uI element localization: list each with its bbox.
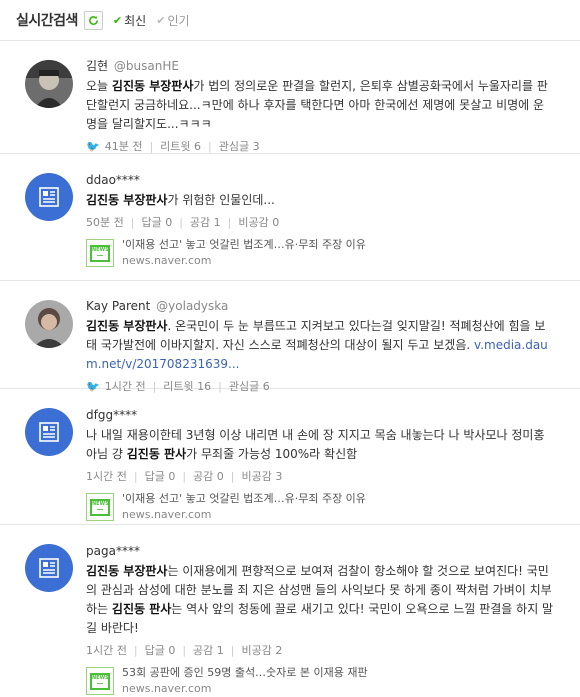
- sort-latest-tab[interactable]: ✔ 최신: [113, 12, 146, 29]
- highlight-keyword: 김진동 부장판사: [86, 319, 168, 333]
- user-name[interactable]: dfgg****: [86, 408, 137, 422]
- refresh-icon: [89, 15, 98, 25]
- check-icon: ✔: [112, 13, 123, 27]
- post-time: 41분 전: [104, 140, 143, 153]
- like-count[interactable]: 공감 0: [193, 469, 224, 485]
- post-text[interactable]: 오늘 김진동 부장판사가 법의 정의로운 판결을 할런지, 은퇴후 삼별공화국에…: [86, 77, 554, 134]
- refresh-button[interactable]: [83, 10, 103, 30]
- post-text[interactable]: 김진동 부장판사가 위험한 인물인데...: [86, 191, 554, 210]
- blog-icon: [39, 187, 59, 207]
- post-text[interactable]: 김진동 부장판사. 온국민이 두 눈 부릅뜨고 지켜보고 있다는걸 잊지말길! …: [86, 317, 554, 374]
- post-meta: 1시간 전 | 답글 0 | 공감 1 | 비공감 2: [86, 643, 283, 659]
- highlight-keyword: 김진동 판사: [111, 602, 172, 616]
- avatar: [25, 173, 73, 221]
- highlight-keyword: 김진동 부장판사: [111, 79, 194, 93]
- news-thumbnail: NEWS ━━: [86, 493, 114, 521]
- reply-count[interactable]: 답글 0: [145, 643, 176, 659]
- user-handle[interactable]: @busanHE: [114, 59, 179, 73]
- list-item[interactable]: paga**** 김진동 부장판사는 이재용에게 편향적으로 보여져 검찰이 항…: [0, 525, 580, 695]
- post-text-segment: 가 위험한 인물인데...: [167, 193, 275, 207]
- news-source: news.naver.com: [122, 254, 212, 267]
- avatar: [25, 300, 73, 348]
- news-title[interactable]: '이재용 선고' 놓고 엇갈린 법조계…유·무죄 주장 이유: [122, 491, 366, 507]
- dislike-count[interactable]: 비공감 0: [238, 215, 279, 231]
- post-time: 1시간 전: [86, 644, 127, 657]
- news-thumbnail: NEWS ━━: [86, 667, 114, 695]
- post-text[interactable]: 나 내일 재용이한테 3년형 이상 내리면 내 손에 장 지지고 목숨 내놓는다…: [86, 426, 554, 464]
- list-item[interactable]: 김현 @busanHE 오늘 김진동 부장판사가 법의 정의로운 판결을 할런지…: [0, 41, 580, 154]
- user-name[interactable]: ddao****: [86, 173, 140, 187]
- list-item[interactable]: ddao**** 김진동 부장판사가 위험한 인물인데... 50분 전 | 답…: [0, 154, 580, 281]
- post-text-segment: 오늘: [86, 79, 112, 93]
- user-name[interactable]: Kay Parent: [86, 299, 150, 313]
- check-icon: ✔: [156, 13, 166, 27]
- retweet-count[interactable]: 리트윗 6: [160, 139, 201, 155]
- user-line: Kay Parent @yoladyska: [86, 298, 554, 314]
- news-link[interactable]: NEWS ━━ 53회 공판에 증인 59명 출석…숫자로 본 이재용 재판 ne…: [86, 665, 554, 697]
- highlight-keyword: 김진동 부장판사: [86, 564, 168, 578]
- user-line: ddao****: [86, 172, 554, 188]
- list-item[interactable]: Kay Parent @yoladyska 김진동 부장판사. 온국민이 두 눈…: [0, 281, 580, 393]
- user-handle[interactable]: @yoladyska: [156, 299, 228, 313]
- page-title: 실시간검색: [16, 13, 78, 29]
- post-text-segment: 가 무죄줄 가능성 100%라 확신함: [186, 447, 358, 461]
- news-link[interactable]: NEWS ━━ '이재용 선고' 놓고 엇갈린 법조계…유·무죄 주장 이유 ne…: [86, 237, 554, 269]
- avatar: [25, 60, 73, 108]
- post-meta: 1시간 전 | 답글 0 | 공감 0 | 비공감 3: [86, 469, 283, 485]
- post-time: 50분 전: [86, 216, 124, 229]
- user-name[interactable]: paga****: [86, 544, 140, 558]
- post-meta: 50분 전 | 답글 0 | 공감 1 | 비공감 0: [86, 215, 280, 231]
- sort-latest-label: 최신: [124, 13, 147, 28]
- blog-icon: [39, 558, 59, 578]
- news-source: news.naver.com: [122, 508, 212, 521]
- avatar: [25, 544, 73, 592]
- user-line: paga****: [86, 543, 554, 559]
- sort-popular-label: 인기: [167, 13, 190, 28]
- list-item[interactable]: dfgg**** 나 내일 재용이한테 3년형 이상 내리면 내 손에 장 지지…: [0, 389, 580, 525]
- news-title[interactable]: '이재용 선고' 놓고 엇갈린 법조계…유·무죄 주장 이유: [122, 237, 366, 253]
- user-name[interactable]: 김현: [86, 59, 108, 73]
- user-line: dfgg****: [86, 407, 554, 423]
- like-count[interactable]: 공감 1: [190, 215, 221, 231]
- search-header: 실시간검색 ✔ 최신 ✔ 인기: [0, 0, 580, 41]
- dislike-count[interactable]: 비공감 2: [242, 643, 283, 659]
- blog-icon: [39, 422, 59, 442]
- highlight-keyword: 김진동 판사: [126, 447, 187, 461]
- post-text[interactable]: 김진동 부장판사는 이재용에게 편향적으로 보여져 검찰이 항소해야 할 것으로…: [86, 562, 554, 638]
- favorite-count[interactable]: 관심글 3: [219, 139, 260, 155]
- user-line: 김현 @busanHE: [86, 58, 554, 74]
- reply-count[interactable]: 답글 0: [145, 469, 176, 485]
- twitter-icon: 🐦: [86, 140, 100, 153]
- like-count[interactable]: 공감 1: [193, 643, 224, 659]
- sort-popular-tab[interactable]: ✔ 인기: [156, 12, 189, 29]
- post-meta: 🐦 41분 전 | 리트윗 6 | 관심글 3: [86, 139, 260, 155]
- post-time: 1시간 전: [86, 470, 127, 483]
- news-link[interactable]: NEWS ━━ '이재용 선고' 놓고 엇갈린 법조계…유·무죄 주장 이유 ne…: [86, 491, 554, 523]
- reply-count[interactable]: 답글 0: [141, 215, 172, 231]
- news-source: news.naver.com: [122, 682, 212, 695]
- highlight-keyword: 김진동 부장판사: [86, 193, 168, 207]
- news-title[interactable]: 53회 공판에 증인 59명 출석…숫자로 본 이재용 재판: [122, 665, 368, 681]
- news-thumbnail: NEWS ━━: [86, 239, 114, 267]
- dislike-count[interactable]: 비공감 3: [242, 469, 283, 485]
- avatar: [25, 408, 73, 456]
